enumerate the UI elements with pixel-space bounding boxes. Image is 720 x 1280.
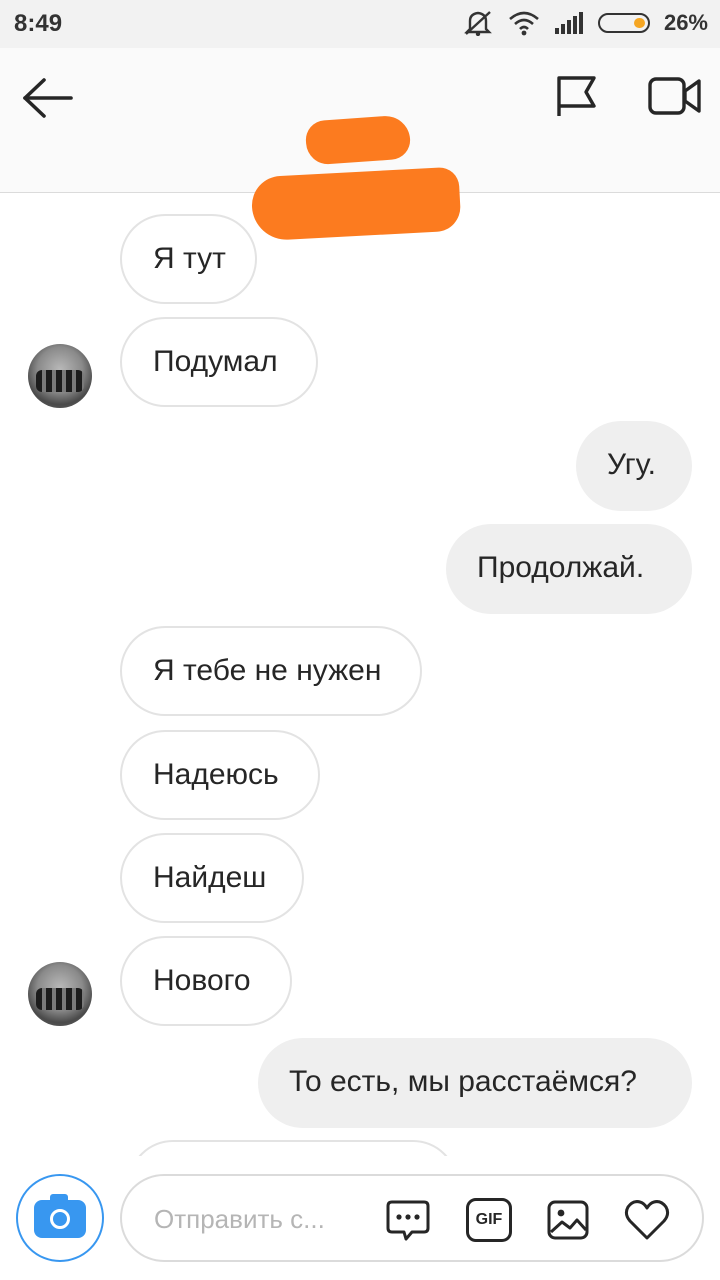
sender-avatar[interactable]	[28, 962, 92, 1026]
battery-icon	[597, 13, 650, 33]
signal-icon	[554, 12, 583, 34]
message-bubble-partial[interactable]	[128, 1140, 458, 1156]
redacted-avatar	[304, 114, 412, 166]
gallery-icon[interactable]	[546, 1198, 590, 1242]
message-bubble-incoming[interactable]: Нового	[120, 936, 292, 1026]
sticker-chat-icon[interactable]	[386, 1198, 430, 1242]
heart-icon[interactable]	[622, 1198, 672, 1242]
chat-header	[0, 48, 720, 242]
wifi-icon	[509, 11, 539, 36]
message-bubble-outgoing[interactable]: Угу.	[576, 421, 692, 511]
message-bubble-outgoing[interactable]: Продолжай.	[446, 524, 692, 614]
message-thread[interactable]: Я тут Подумал Угу. Продолжай. Я тебе не …	[0, 192, 720, 1156]
message-composer: GIF	[0, 1156, 720, 1280]
message-text: Я тут	[153, 242, 226, 275]
status-time: 8:49	[14, 10, 63, 37]
camera-button[interactable]	[16, 1174, 104, 1262]
message-text: Надеюсь	[153, 758, 279, 791]
flag-icon[interactable]	[552, 72, 602, 122]
camera-icon	[34, 1194, 86, 1238]
message-bubble-incoming[interactable]: Подумал	[120, 317, 318, 407]
message-input-container[interactable]: GIF	[120, 1174, 704, 1262]
message-bubble-outgoing[interactable]: То есть, мы расстаёмся?	[258, 1038, 692, 1128]
message-text: Угу.	[607, 448, 656, 481]
sender-avatar[interactable]	[28, 344, 92, 408]
battery-fill	[633, 18, 645, 28]
message-text: Подумал	[153, 345, 278, 378]
message-text: Найдеш	[153, 861, 267, 894]
message-bubble-incoming[interactable]: Надеюсь	[120, 730, 320, 820]
status-icons: 26%	[464, 10, 708, 36]
video-call-icon[interactable]	[648, 74, 702, 118]
mute-icon	[464, 11, 492, 36]
message-text: Нового	[153, 964, 251, 997]
back-arrow-icon[interactable]	[22, 76, 74, 120]
message-text: Продолжай.	[477, 551, 645, 584]
status-bar: 8:49 26%	[0, 0, 720, 48]
message-bubble-incoming[interactable]: Найдеш	[120, 833, 304, 923]
message-input[interactable]	[152, 1196, 356, 1242]
message-text: Я тебе не нужен	[153, 654, 382, 687]
message-bubble-incoming[interactable]: Я тебе не нужен	[120, 626, 422, 716]
gif-icon[interactable]: GIF	[466, 1198, 512, 1242]
battery-percent: 26%	[663, 10, 708, 35]
message-text: То есть, мы расстаёмся?	[289, 1065, 637, 1098]
message-bubble-incoming[interactable]: Я тут	[120, 214, 257, 304]
